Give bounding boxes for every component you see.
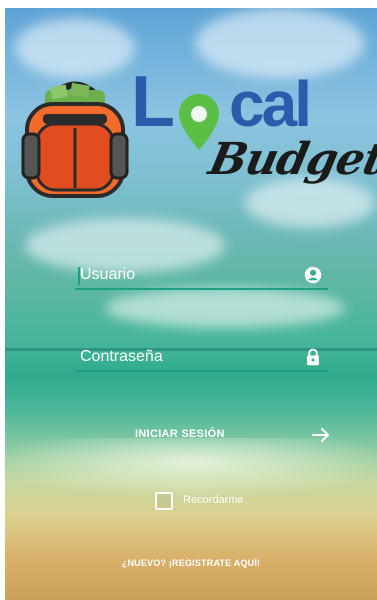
- login-screen: L cal Budget Usuario Contraseña INICIAR …: [5, 8, 377, 600]
- password-placeholder: Contraseña: [80, 348, 163, 365]
- backpack-logo-icon: [21, 81, 129, 198]
- cloud: [15, 18, 135, 78]
- cloud: [245, 178, 375, 228]
- remember-label: Recordarme: [183, 494, 244, 506]
- cloud: [105, 288, 345, 328]
- account-circle-icon: [304, 266, 322, 284]
- remember-checkbox[interactable]: [155, 492, 173, 510]
- signup-link[interactable]: ¿NUEVO? ¡REGISTRATE AQUÍ!: [5, 558, 377, 568]
- login-button[interactable]: INICIAR SESIÓN: [115, 420, 335, 450]
- login-button-label: INICIAR SESIÓN: [135, 428, 225, 440]
- logo-local-l: L: [131, 62, 175, 142]
- username-field[interactable]: Usuario: [75, 260, 328, 290]
- username-placeholder: Usuario: [80, 266, 136, 283]
- username-underline: [75, 288, 328, 290]
- lock-icon: [307, 348, 319, 366]
- logo-local-rest: cal: [229, 68, 312, 140]
- password-underline: [75, 370, 328, 372]
- arrow-right-icon: [312, 428, 329, 442]
- password-field[interactable]: Contraseña: [75, 342, 328, 372]
- logo-budget: Budget: [204, 134, 377, 185]
